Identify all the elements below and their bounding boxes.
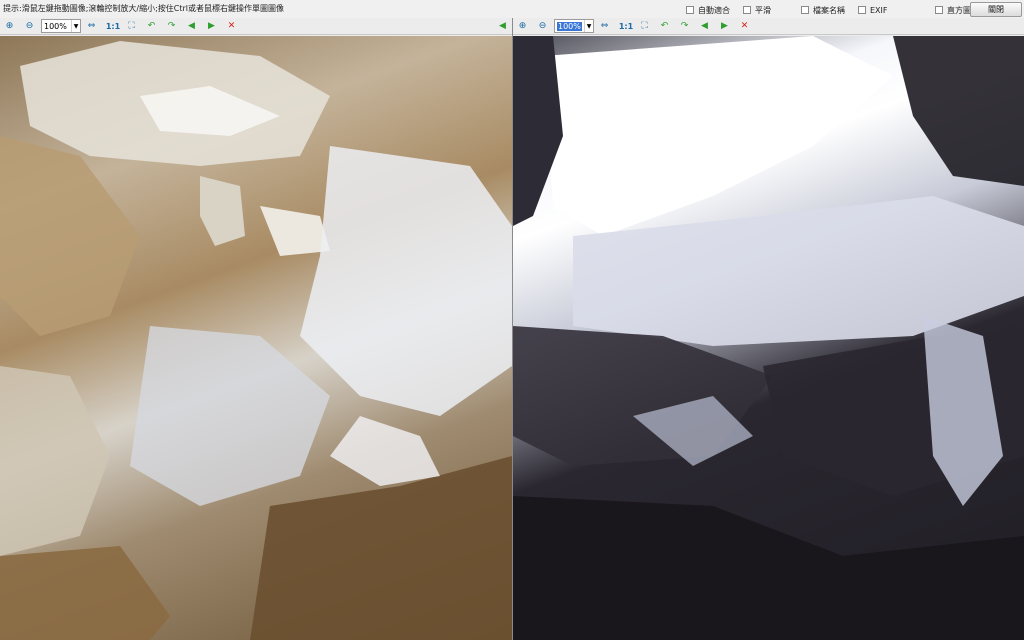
- smooth-checkbox[interactable]: [743, 6, 751, 14]
- filename-option[interactable]: 檔案名稱: [801, 5, 845, 15]
- cave-rock-photo-right: [513, 36, 1024, 640]
- chevron-down-icon[interactable]: ▼: [71, 20, 80, 32]
- zoom-out-icon[interactable]: ⊖: [24, 21, 35, 32]
- auto-fit-checkbox[interactable]: [686, 6, 694, 14]
- top-bar: 提示:滑鼠左鍵拖動圖像;滾輪控制放大/縮小;按住Ctrl或者鼠標右鍵操作單圖圖像…: [0, 0, 1024, 18]
- auto-fit-label: 自動適合: [698, 5, 730, 15]
- chevron-down-icon[interactable]: ▼: [584, 20, 593, 32]
- exif-label: EXIF: [870, 5, 888, 15]
- fit-icon[interactable]: ⇔: [599, 21, 610, 32]
- exif-option[interactable]: EXIF: [858, 5, 888, 15]
- fit-window-icon[interactable]: ⛶: [126, 21, 137, 32]
- previous-icon[interactable]: ◀: [186, 21, 197, 32]
- right-zoom-value: 100%: [557, 21, 582, 31]
- rotate-right-icon[interactable]: ↷: [679, 21, 690, 32]
- histogram-option[interactable]: 直方圖: [935, 5, 971, 15]
- zoom-out-icon[interactable]: ⊖: [537, 21, 548, 32]
- close-icon[interactable]: ✕: [226, 21, 237, 32]
- smooth-label: 平滑: [755, 5, 771, 15]
- rotate-right-icon[interactable]: ↷: [166, 21, 177, 32]
- histogram-checkbox[interactable]: [935, 6, 943, 14]
- left-zoom-value: 100%: [44, 21, 67, 31]
- previous-icon[interactable]: ◀: [699, 21, 710, 32]
- smooth-option[interactable]: 平滑: [743, 5, 771, 15]
- filename-checkbox[interactable]: [801, 6, 809, 14]
- usage-hint: 提示:滑鼠左鍵拖動圖像;滾輪控制放大/縮小;按住Ctrl或者鼠標右鍵操作單圖圖像: [3, 4, 285, 13]
- fit-window-icon[interactable]: ⛶: [639, 21, 650, 32]
- rotate-left-icon[interactable]: ↶: [659, 21, 670, 32]
- cave-rock-photo-left: [0, 41, 512, 640]
- filename-label: 檔案名稱: [813, 5, 845, 15]
- zoom-in-icon[interactable]: ⊕: [517, 21, 528, 32]
- left-toolbar: ⊕ ⊖ 100% ▼ ⇔ 1:1 ⛶ ↶ ↷ ◀ ▶ ✕ ◀: [0, 18, 512, 35]
- sync-arrow-icon[interactable]: ◀: [497, 21, 508, 32]
- next-icon[interactable]: ▶: [206, 21, 217, 32]
- left-image-pane[interactable]: [0, 36, 512, 640]
- fit-icon[interactable]: ⇔: [86, 21, 97, 32]
- exif-checkbox[interactable]: [858, 6, 866, 14]
- left-zoom-select[interactable]: 100% ▼: [41, 19, 81, 33]
- rotate-left-icon[interactable]: ↶: [146, 21, 157, 32]
- histogram-label: 直方圖: [947, 5, 971, 15]
- auto-fit-option[interactable]: 自動適合: [686, 5, 730, 15]
- actual-size-button[interactable]: 1:1: [106, 21, 120, 32]
- actual-size-button[interactable]: 1:1: [619, 21, 633, 32]
- close-button[interactable]: 關閉: [970, 2, 1022, 17]
- zoom-in-icon[interactable]: ⊕: [4, 21, 15, 32]
- right-image-pane[interactable]: [513, 36, 1024, 640]
- right-zoom-select[interactable]: 100% ▼: [554, 19, 594, 33]
- close-icon[interactable]: ✕: [739, 21, 750, 32]
- right-toolbar: ⊕ ⊖ 100% ▼ ⇔ 1:1 ⛶ ↶ ↷ ◀ ▶ ✕: [512, 18, 1024, 35]
- next-icon[interactable]: ▶: [719, 21, 730, 32]
